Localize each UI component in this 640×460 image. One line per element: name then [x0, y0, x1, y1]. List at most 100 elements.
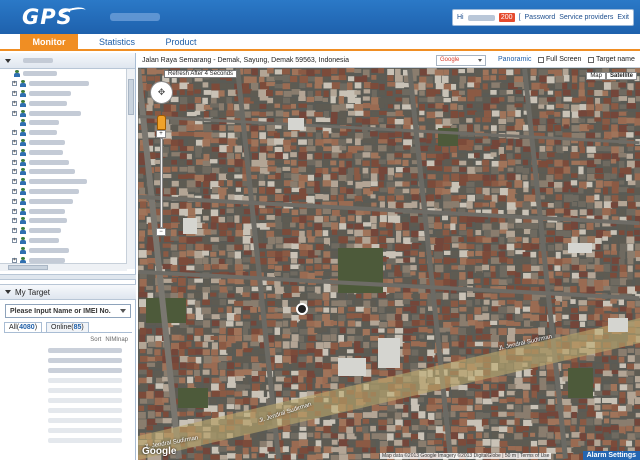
list-item-label-redacted [48, 437, 122, 443]
expand-icon[interactable]: + [12, 198, 17, 204]
exit-link[interactable]: Exit [617, 14, 629, 21]
expand-icon[interactable]: + [12, 139, 17, 145]
subtab-all[interactable]: All(4080) [4, 322, 43, 332]
tree-item[interactable]: + [0, 167, 127, 177]
service-providers-link[interactable]: Service providers [559, 14, 613, 21]
tree-horizontal-scrollbar[interactable] [0, 263, 127, 271]
tree-item[interactable]: + [0, 89, 127, 99]
satellite-map[interactable]: Refresh After 4 Seconds Map Satellite ✥ … [138, 68, 640, 460]
expand-icon[interactable]: + [12, 159, 17, 165]
expand-icon[interactable]: + [12, 188, 17, 194]
user-icon [20, 197, 26, 205]
tree-item-label-redacted [29, 81, 89, 87]
expand-icon[interactable]: + [12, 130, 17, 136]
list-item[interactable] [48, 425, 122, 435]
expand-icon[interactable]: + [12, 179, 17, 185]
tree-item[interactable]: + [0, 236, 127, 246]
expand-icon[interactable]: + [12, 90, 17, 96]
satellite-imagery [138, 68, 640, 460]
account-tree-header[interactable] [0, 53, 135, 69]
expand-icon[interactable]: + [12, 218, 17, 224]
user-icon [20, 187, 26, 195]
collapse-icon[interactable] [5, 290, 11, 294]
full-screen-checkbox[interactable]: Full Screen [538, 56, 581, 63]
tab-product[interactable]: Product [154, 34, 208, 51]
tree-item[interactable] [0, 69, 127, 79]
vehicle-list [0, 345, 136, 445]
tree-item-label-redacted [29, 169, 75, 175]
expand-icon[interactable]: + [12, 169, 17, 175]
tree-item[interactable]: + [0, 226, 127, 236]
map-type-control: Map Satellite [586, 72, 637, 80]
tree-item[interactable] [0, 118, 127, 128]
expand-icon[interactable]: + [12, 208, 17, 214]
zoom-slider[interactable] [160, 138, 163, 228]
tree-item[interactable]: + [0, 177, 127, 187]
message-count-badge[interactable]: 200 [498, 13, 515, 22]
list-item-label-redacted [48, 387, 122, 393]
tree-vertical-scrollbar[interactable] [126, 69, 135, 269]
tab-monitor[interactable]: Monitor [20, 34, 78, 51]
map-attribution[interactable]: Map data ©2013 Google Imagery ©2013 Digi… [380, 453, 552, 459]
panel-splitter[interactable] [0, 274, 136, 280]
map-type-map-button[interactable]: Map [586, 72, 606, 80]
list-item[interactable] [48, 435, 122, 445]
nav-map-button[interactable]: NIMInap [105, 337, 128, 343]
left-panel: + + + + + + + + + + + + + + + + + My Target Please Input… [0, 53, 136, 460]
tree-item[interactable]: + [0, 79, 127, 89]
user-icon [20, 227, 26, 235]
user-icon [20, 148, 26, 156]
tree-item-label-redacted [29, 257, 65, 263]
device-tree: + + + + + + + + + + + + + + + + + [0, 69, 127, 269]
map-type-satellite-button[interactable]: Satellite [605, 72, 637, 80]
expand-icon[interactable]: + [12, 257, 17, 263]
list-item[interactable] [48, 365, 122, 375]
user-icon [20, 119, 26, 127]
alarm-settings-button[interactable]: Alarm Settings [582, 451, 640, 460]
tree-item[interactable]: + [0, 147, 127, 157]
tree-item[interactable]: + [0, 187, 127, 197]
pan-control-icon[interactable]: ✥ [150, 81, 173, 104]
list-item[interactable] [48, 415, 122, 425]
tree-item[interactable]: + [0, 157, 127, 167]
tree-item[interactable]: + [0, 206, 127, 216]
list-item[interactable] [48, 345, 122, 355]
panoramic-link[interactable]: Panoramic [498, 56, 531, 63]
user-icon [20, 236, 26, 244]
collapse-icon[interactable] [5, 58, 11, 63]
vehicle-marker-icon[interactable] [296, 303, 308, 315]
tree-item[interactable]: + [0, 108, 127, 118]
password-link[interactable]: Password [525, 14, 556, 21]
expand-icon[interactable]: + [12, 81, 17, 87]
list-item[interactable] [48, 355, 122, 365]
zoom-out-button[interactable]: − [156, 228, 166, 236]
my-target-header[interactable]: My Target [0, 284, 136, 300]
user-icon [20, 138, 26, 146]
list-item[interactable] [48, 395, 122, 405]
tree-item[interactable] [0, 245, 127, 255]
tree-item-label-redacted [29, 237, 59, 243]
list-item[interactable] [48, 375, 122, 385]
tree-item[interactable]: + [0, 138, 127, 148]
list-item[interactable] [48, 385, 122, 395]
list-item-label-redacted [48, 347, 122, 353]
expand-icon[interactable]: + [12, 228, 17, 234]
tree-item[interactable]: + [0, 98, 127, 108]
expand-icon[interactable]: + [12, 110, 17, 116]
expand-icon[interactable]: + [12, 149, 17, 155]
expand-icon[interactable]: + [12, 100, 17, 106]
target-name-checkbox[interactable]: Target name [588, 56, 635, 63]
tree-item[interactable]: + [0, 216, 127, 226]
list-item[interactable] [48, 405, 122, 415]
dropdown-arrow-icon[interactable] [120, 309, 126, 313]
map-provider-select[interactable]: Google [436, 55, 486, 66]
subtab-online[interactable]: Online(85) [46, 322, 89, 332]
street-view-pegman-icon[interactable] [157, 115, 166, 130]
zoom-in-button[interactable]: + [156, 130, 166, 138]
sort-button[interactable]: Sort [90, 337, 101, 343]
tree-item[interactable]: + [0, 196, 127, 206]
tab-statistics[interactable]: Statistics [86, 34, 148, 51]
tree-item[interactable]: + [0, 128, 127, 138]
expand-icon[interactable]: + [12, 237, 17, 243]
target-search-input[interactable]: Please Input Name or IMEI No. [5, 304, 131, 318]
